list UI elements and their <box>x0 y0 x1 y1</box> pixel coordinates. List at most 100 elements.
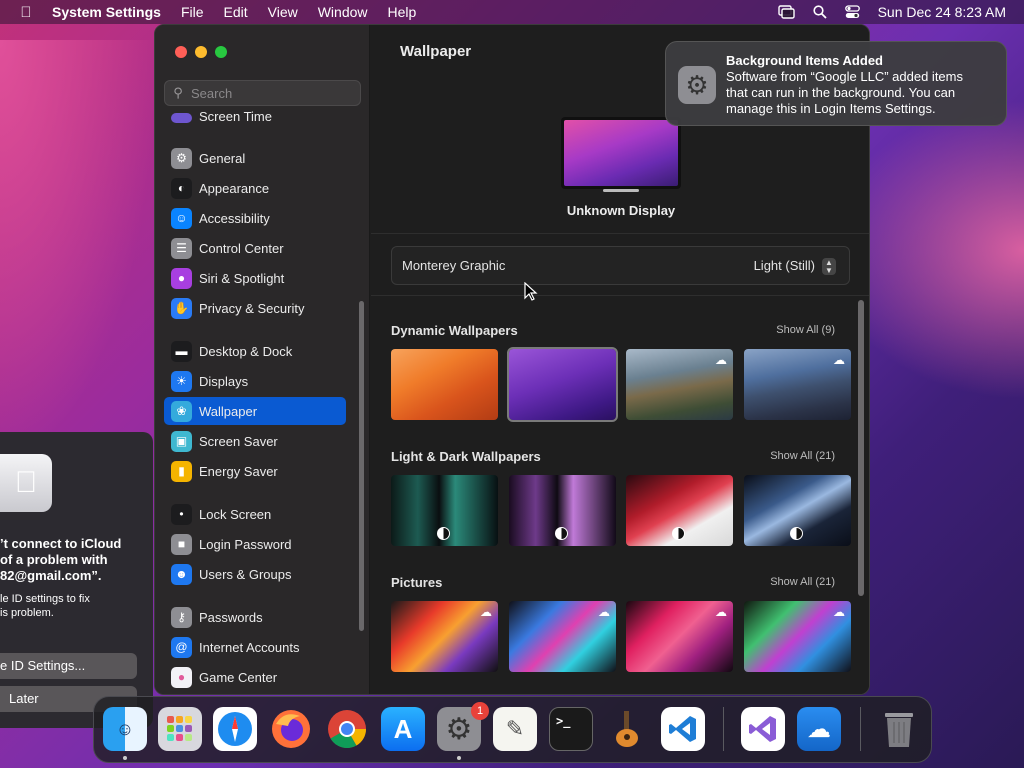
wallpaper-thumbnail[interactable] <box>626 475 733 546</box>
safari-icon[interactable] <box>213 707 257 751</box>
sun-icon: ☀ <box>171 370 192 392</box>
hand-icon: ✋ <box>171 297 192 319</box>
wallpaper-thumbnail[interactable]: ☁ <box>744 349 851 420</box>
show-all-pictures-button[interactable]: Show All (21) <box>770 576 835 588</box>
display-preview[interactable] <box>561 117 681 189</box>
dock-separator <box>723 707 724 751</box>
sidebar-item-control-center[interactable]: ☰ Control Center <box>164 234 346 262</box>
app-store-icon[interactable]: A <box>381 707 425 751</box>
running-indicator <box>457 756 461 760</box>
section-title-pictures: Pictures <box>391 575 443 590</box>
wallpaper-thumbnail[interactable]: ☁ <box>626 601 733 672</box>
wallpaper-thumbnail[interactable]: ☁ <box>509 601 616 672</box>
sidebar-item-internet-accounts[interactable]: @ Internet Accounts <box>164 633 346 661</box>
sidebar: ⚲ Search Screen Time ⚙ General ◐ Appearance… <box>155 25 370 694</box>
wallpaper-thumbnail[interactable] <box>391 475 498 546</box>
light-dark-icon <box>555 527 568 540</box>
chrome-icon[interactable] <box>325 707 369 751</box>
sidebar-item-screen-saver[interactable]: ▣ Screen Saver <box>164 427 346 455</box>
wallpaper-thumbnail[interactable]: ☁ <box>744 601 851 672</box>
wallpaper-thumbnail[interactable]: ☁ <box>391 601 498 672</box>
control-center-icon[interactable] <box>844 5 860 19</box>
cloud-download-icon: ☁ <box>480 605 492 619</box>
wallpaper-thumbnail[interactable] <box>391 349 498 420</box>
screen-mirroring-icon[interactable] <box>777 5 795 19</box>
cloud-download-icon: ☁ <box>833 605 845 619</box>
sidebar-item-energy-saver[interactable]: ▮ Energy Saver <box>164 457 346 485</box>
show-all-light-dark-button[interactable]: Show All (21) <box>770 450 835 462</box>
wallpaper-selector[interactable]: Monterey Graphic Light (Still) ▲ ▼ <box>391 246 850 285</box>
sidebar-item-passwords[interactable]: ⚷ Passwords <box>164 603 346 631</box>
sidebar-item-displays[interactable]: ☀ Displays <box>164 367 346 395</box>
wallpaper-thumbnail[interactable] <box>744 475 851 546</box>
sidebar-item-lock-screen[interactable]: • Lock Screen <box>164 500 346 528</box>
sidebar-item-appearance[interactable]: ◐ Appearance <box>164 174 346 202</box>
hourglass-icon <box>171 113 192 123</box>
zoom-window-button[interactable] <box>215 46 227 58</box>
weather-icon[interactable]: ☁ <box>797 707 841 751</box>
menu-file[interactable]: File <box>171 4 214 20</box>
sidebar-item-general[interactable]: ⚙ General <box>164 144 346 172</box>
light-dark-icon <box>790 527 803 540</box>
sidebar-item-privacy-security[interactable]: ✋ Privacy & Security <box>164 294 346 322</box>
lock-icon: • <box>171 503 192 525</box>
gear-icon: ⚙ <box>171 147 192 169</box>
search-input[interactable]: ⚲ Search <box>164 80 361 106</box>
sidebar-item-label: Passwords <box>199 609 263 625</box>
at-icon: @ <box>171 636 192 658</box>
key-icon: ⚷ <box>171 606 192 628</box>
content-scrollbar[interactable] <box>858 300 864 596</box>
vscode-icon[interactable] <box>661 707 705 751</box>
chevron-updown-icon[interactable]: ▲ ▼ <box>822 258 836 275</box>
minimize-window-button[interactable] <box>195 46 207 58</box>
search-icon: ⚲ <box>173 85 183 100</box>
textedit-icon[interactable]: ✎ <box>493 707 537 751</box>
notification-badge: 1 <box>471 702 489 720</box>
light-dark-icon <box>437 527 450 540</box>
apple-menu-icon[interactable]:  <box>0 4 52 21</box>
trash-icon[interactable] <box>877 707 921 751</box>
wallpaper-icon: ❀ <box>171 400 192 422</box>
sidebar-scrollbar[interactable] <box>359 301 364 631</box>
visual-studio-icon[interactable] <box>741 707 785 751</box>
menu-clock[interactable]: Sun Dec 24 8:23 AM <box>878 4 1006 20</box>
sidebar-item-label: Internet Accounts <box>199 639 300 655</box>
sidebar-item-siri-spotlight[interactable]: ● Siri & Spotlight <box>164 264 346 292</box>
appearance-mode-value[interactable]: Light (Still) <box>754 258 815 273</box>
menu-view[interactable]: View <box>258 4 308 20</box>
sidebar-item-label: Game Center <box>199 669 278 685</box>
gear-icon: ⚙ <box>678 66 716 104</box>
sidebar-item-login-password[interactable]: ■ Login Password <box>164 530 346 558</box>
terminal-icon[interactable]: >_ <box>549 707 593 751</box>
show-all-dynamic-button[interactable]: Show All (9) <box>776 324 835 336</box>
garageband-icon[interactable] <box>605 707 649 751</box>
close-window-button[interactable] <box>175 46 187 58</box>
sidebar-item-label: Desktop & Dock <box>199 343 293 359</box>
sidebar-item-game-center[interactable]: ● Game Center <box>164 663 346 691</box>
wallpaper-thumbnail[interactable]: ☁ <box>626 349 733 420</box>
divider <box>371 295 869 296</box>
background-items-notification[interactable]: ⚙ Background Items Added Software from “… <box>665 41 1007 126</box>
wallpaper-thumbnail-selected[interactable] <box>507 347 618 422</box>
sidebar-item-screen-time[interactable]: Screen Time <box>164 105 346 123</box>
wallpaper-thumbnail[interactable] <box>509 475 616 546</box>
sidebar-item-accessibility[interactable]: ☺ Accessibility <box>164 204 346 232</box>
app-menu[interactable]: System Settings <box>52 4 171 20</box>
cloud-download-icon: ☁ <box>598 605 610 619</box>
appearance-icon: ◐ <box>171 177 192 199</box>
sidebar-item-wallpaper[interactable]: ❀ Wallpaper <box>164 397 346 425</box>
sidebar-item-users-groups[interactable]: ☻ Users & Groups <box>164 560 346 588</box>
menu-edit[interactable]: Edit <box>214 4 258 20</box>
apple-id-settings-button[interactable]: e ID Settings... <box>0 653 137 679</box>
light-dark-icon <box>672 527 685 540</box>
sidebar-item-desktop-dock[interactable]: ▬ Desktop & Dock <box>164 337 346 365</box>
launchpad-icon[interactable] <box>158 707 202 751</box>
icloud-alert-body: le ID settings to fix is problem. <box>0 593 90 619</box>
menu-window[interactable]: Window <box>308 4 378 20</box>
spotlight-search-icon[interactable] <box>812 5 827 19</box>
wallpaper-name: Monterey Graphic <box>402 258 506 273</box>
finder-icon[interactable]: ☺ <box>103 707 147 751</box>
menu-help[interactable]: Help <box>378 4 427 20</box>
running-indicator <box>123 756 127 760</box>
firefox-icon[interactable] <box>269 707 313 751</box>
